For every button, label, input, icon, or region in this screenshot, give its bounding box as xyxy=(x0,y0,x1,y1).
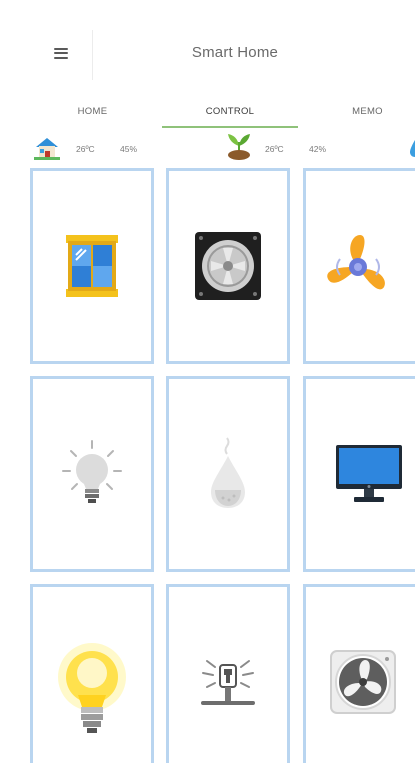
device-tile-sprinkler[interactable] xyxy=(166,584,290,763)
menu-button[interactable] xyxy=(36,30,86,76)
device-tile-window[interactable] xyxy=(30,168,154,364)
house-icon xyxy=(34,138,60,160)
device-tile-ceiling-fan[interactable] xyxy=(303,168,415,364)
home-temperature: 26ºC xyxy=(76,144,95,154)
device-tile-vent-fan[interactable] xyxy=(303,584,415,763)
home-humidity: 45% xyxy=(120,144,138,154)
device-tile-monitor[interactable] xyxy=(303,376,415,572)
sprinkler-icon xyxy=(201,660,255,705)
tab-bar: HOME CONTROL MEMO xyxy=(0,92,415,130)
app-bar: Smart Home xyxy=(0,0,415,100)
humidifier-icon xyxy=(211,437,245,508)
vent-fan-icon xyxy=(330,650,396,714)
device-tile-light-bulb-on[interactable] xyxy=(30,584,154,763)
monitor-icon xyxy=(336,445,402,502)
device-tile-light-bulb[interactable] xyxy=(30,376,154,572)
tab-home[interactable]: HOME xyxy=(30,92,155,130)
app-title: Smart Home xyxy=(191,44,279,61)
device-tile-exhaust-fan[interactable] xyxy=(166,168,290,364)
divider xyxy=(92,30,93,80)
menu-icon xyxy=(54,47,68,59)
tab-memo[interactable]: MEMO xyxy=(305,92,415,130)
plant-humidity: 42% xyxy=(309,144,327,154)
status-row: 26ºC 45% 26ºC 42% xyxy=(0,134,415,164)
ceiling-fan-icon xyxy=(327,235,385,290)
water-drop-icon xyxy=(410,140,415,157)
device-tile-humidifier[interactable] xyxy=(166,376,290,572)
device-grid xyxy=(0,168,415,763)
light-bulb-on-icon xyxy=(58,643,126,733)
tab-control[interactable]: CONTROL xyxy=(162,92,298,130)
light-bulb-icon xyxy=(62,440,122,503)
plant-temperature: 26ºC xyxy=(265,144,284,154)
sprout-icon xyxy=(228,134,250,160)
window-icon xyxy=(66,235,118,297)
exhaust-fan-icon xyxy=(195,232,261,300)
